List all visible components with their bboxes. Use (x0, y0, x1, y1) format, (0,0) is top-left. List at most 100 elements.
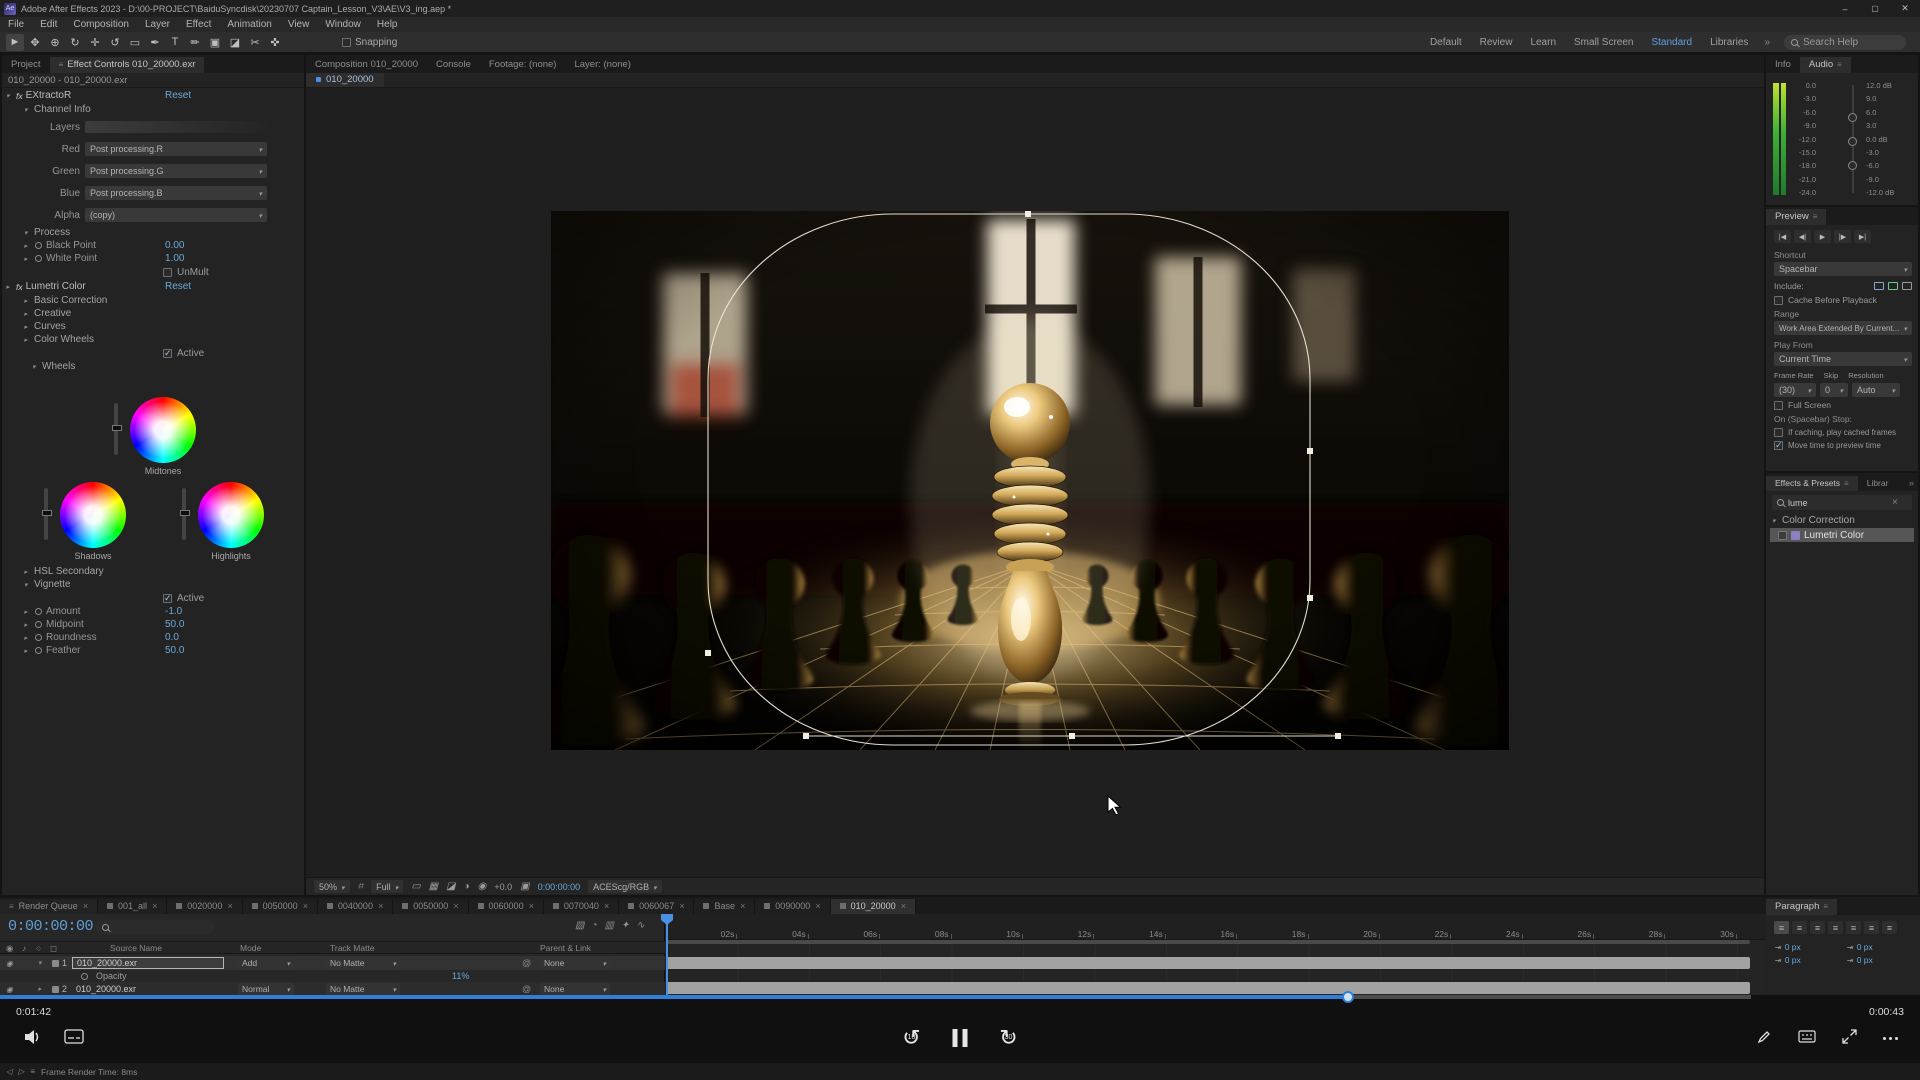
menu-item[interactable]: Effect (178, 17, 219, 32)
blend-mode-dropdown[interactable]: Add (238, 957, 294, 969)
workspace-button[interactable]: Small Screen (1574, 37, 1633, 48)
twirl-icon[interactable] (38, 985, 48, 993)
comp-tab[interactable]: Base (694, 899, 755, 914)
play-button[interactable] (1814, 230, 1831, 243)
extractor-effect-header[interactable]: fx EXtractoR Reset (2, 88, 304, 103)
include-video-icon[interactable] (1874, 282, 1884, 290)
eye-icon[interactable] (6, 958, 13, 968)
tool-icon[interactable]: ◪ (226, 34, 244, 51)
timeline-search-box[interactable] (96, 920, 214, 934)
reset-link[interactable]: Reset (165, 90, 191, 101)
track-matte-dropdown[interactable]: No Matte (326, 983, 400, 995)
zoom-dropdown[interactable]: 50% (314, 880, 350, 893)
more-options-icon[interactable] (1883, 1037, 1898, 1040)
preview-resolution-dropdown[interactable]: Auto (1852, 383, 1900, 397)
tool-icon[interactable]: ↻ (66, 34, 84, 51)
mask-visibility-icon[interactable]: ◪ (446, 881, 455, 892)
close-tab-icon[interactable] (83, 901, 88, 911)
pickwhip-icon[interactable]: @ (522, 958, 531, 968)
frame-blending-icon[interactable]: ▥ (605, 920, 614, 931)
align-right-button[interactable]: ≡ (1810, 921, 1825, 934)
tool-icon[interactable]: ↺ (106, 34, 124, 51)
channel-dropdown[interactable]: Post processing.B (85, 186, 267, 200)
lumetri-section-row[interactable]: Creative (2, 307, 304, 320)
twirl-icon[interactable] (24, 621, 34, 629)
indent-value[interactable]: 0 px (1785, 942, 1801, 952)
close-tab-icon[interactable] (740, 901, 745, 911)
twirl-icon[interactable] (24, 608, 34, 616)
close-tab-icon[interactable] (679, 901, 684, 911)
keyboard-shortcuts-icon[interactable] (1798, 1030, 1816, 1046)
comp-tab[interactable]: 0060000 (469, 899, 544, 914)
twirl-icon[interactable] (24, 106, 34, 114)
panel-menu-icon[interactable]: ≡ (59, 60, 64, 69)
highlights-wheel[interactable] (198, 482, 264, 548)
move-time-checkbox[interactable] (1774, 441, 1783, 450)
label-color-chip[interactable] (52, 986, 59, 993)
volume-icon[interactable] (24, 1029, 42, 1048)
align-left-button[interactable]: ≡ (1774, 921, 1789, 934)
effects-group-row[interactable]: Color Correction (1766, 514, 1918, 527)
indent-field[interactable]: ⇥ 0 px (1774, 955, 1840, 965)
twirl-icon[interactable] (24, 229, 34, 237)
vignette-active-checkbox[interactable] (163, 594, 172, 603)
col-parent[interactable]: Parent & Link (540, 943, 591, 953)
panel-tab[interactable]: Footage: (none) (480, 57, 566, 73)
twirl-icon[interactable] (32, 363, 42, 371)
status-prev-icon[interactable]: ◁ (6, 1067, 12, 1076)
exposure-icon[interactable]: ◉ (478, 881, 487, 892)
indent-field[interactable]: ⇥ 0 px (1846, 942, 1912, 952)
midtones-wheel[interactable] (130, 397, 196, 463)
twirl-icon[interactable] (24, 310, 34, 318)
viewer-tab[interactable]: 010_20000 (306, 73, 384, 87)
twirl-icon[interactable] (24, 297, 34, 305)
highlights-slider[interactable] (182, 488, 186, 540)
lumetri-effect-header[interactable]: fx Lumetri Color Reset (2, 279, 304, 294)
workspace-button[interactable]: Default (1430, 37, 1462, 48)
minimize-button[interactable] (1830, 0, 1860, 17)
indent-value[interactable]: 0 px (1785, 955, 1801, 965)
stopwatch-icon[interactable] (35, 608, 42, 615)
menu-item[interactable]: File (0, 17, 32, 32)
cache-row[interactable]: Cache Before Playback (1766, 292, 1918, 306)
align-center-button[interactable]: ≡ (1792, 921, 1807, 934)
close-tab-icon[interactable] (901, 901, 906, 911)
col-track-matte[interactable]: Track Matte (330, 943, 375, 953)
close-tab-icon[interactable] (227, 901, 232, 911)
caching-checkbox[interactable] (1774, 428, 1783, 437)
layer-duration-bar[interactable] (666, 982, 1750, 994)
process-row[interactable]: Process (2, 226, 304, 239)
effects-search-input[interactable] (1788, 498, 1888, 508)
audio-slider-knob[interactable] (1848, 113, 1857, 122)
workspace-button[interactable]: Review (1480, 37, 1513, 48)
label-color-chip[interactable] (52, 960, 59, 967)
exit-fullscreen-icon[interactable] (1842, 1029, 1857, 1047)
indent-field[interactable]: ⇥ 0 px (1774, 942, 1840, 952)
draw-pencil-icon[interactable] (1757, 1029, 1772, 1047)
justify-all-button[interactable]: ≡ (1882, 921, 1897, 934)
tab-effect-controls[interactable]: ≡ Effect Controls 010_20000.exr (50, 57, 205, 73)
close-tab-icon[interactable] (378, 901, 383, 911)
indent-value[interactable]: 0 px (1857, 955, 1873, 965)
panel-tab[interactable]: Console (427, 57, 480, 73)
graph-editor-icon[interactable]: ∿ (636, 920, 644, 931)
workspace-button[interactable]: Libraries (1710, 37, 1748, 48)
frame-rate-dropdown[interactable]: (30) (1774, 383, 1816, 397)
tab-paragraph[interactable]: Paragraph ≡ (1766, 899, 1837, 915)
close-tab-icon[interactable] (303, 901, 308, 911)
tool-icon[interactable]: ▣ (206, 34, 224, 51)
timeline-timecode[interactable]: 0:00:00:00 (8, 918, 93, 935)
channel-dropdown[interactable]: Post processing.R (85, 142, 267, 156)
twirl-icon[interactable] (24, 336, 34, 344)
stopwatch-icon[interactable] (35, 634, 42, 641)
tool-icon[interactable]: ✜ (266, 34, 284, 51)
menu-item[interactable]: Layer (137, 17, 178, 32)
pickwhip-icon[interactable]: @ (522, 984, 531, 994)
clear-search-icon[interactable]: × (1892, 497, 1898, 508)
stopwatch-icon[interactable] (35, 255, 42, 262)
panel-menu-icon[interactable]: ≡ (1837, 60, 1842, 69)
layer-name[interactable]: 010_20000.exr (72, 983, 224, 995)
current-time-indicator[interactable] (666, 914, 668, 995)
active-checkbox[interactable] (163, 349, 172, 358)
stopwatch-icon[interactable] (81, 973, 88, 980)
